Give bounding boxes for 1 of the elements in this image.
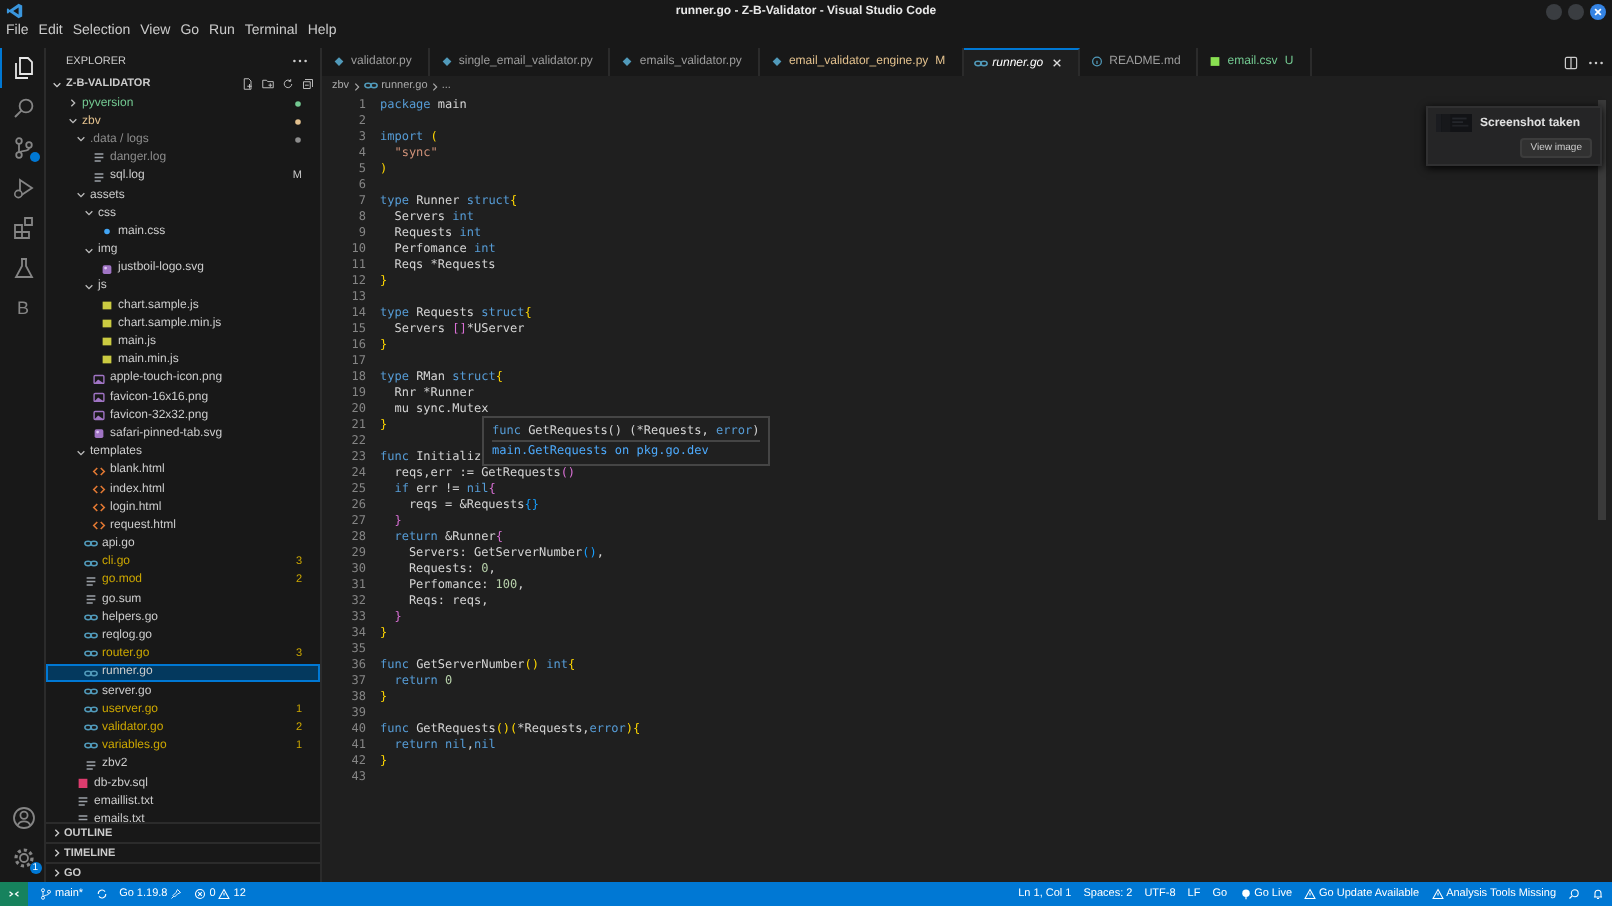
- extension-letter[interactable]: B: [16, 298, 29, 318]
